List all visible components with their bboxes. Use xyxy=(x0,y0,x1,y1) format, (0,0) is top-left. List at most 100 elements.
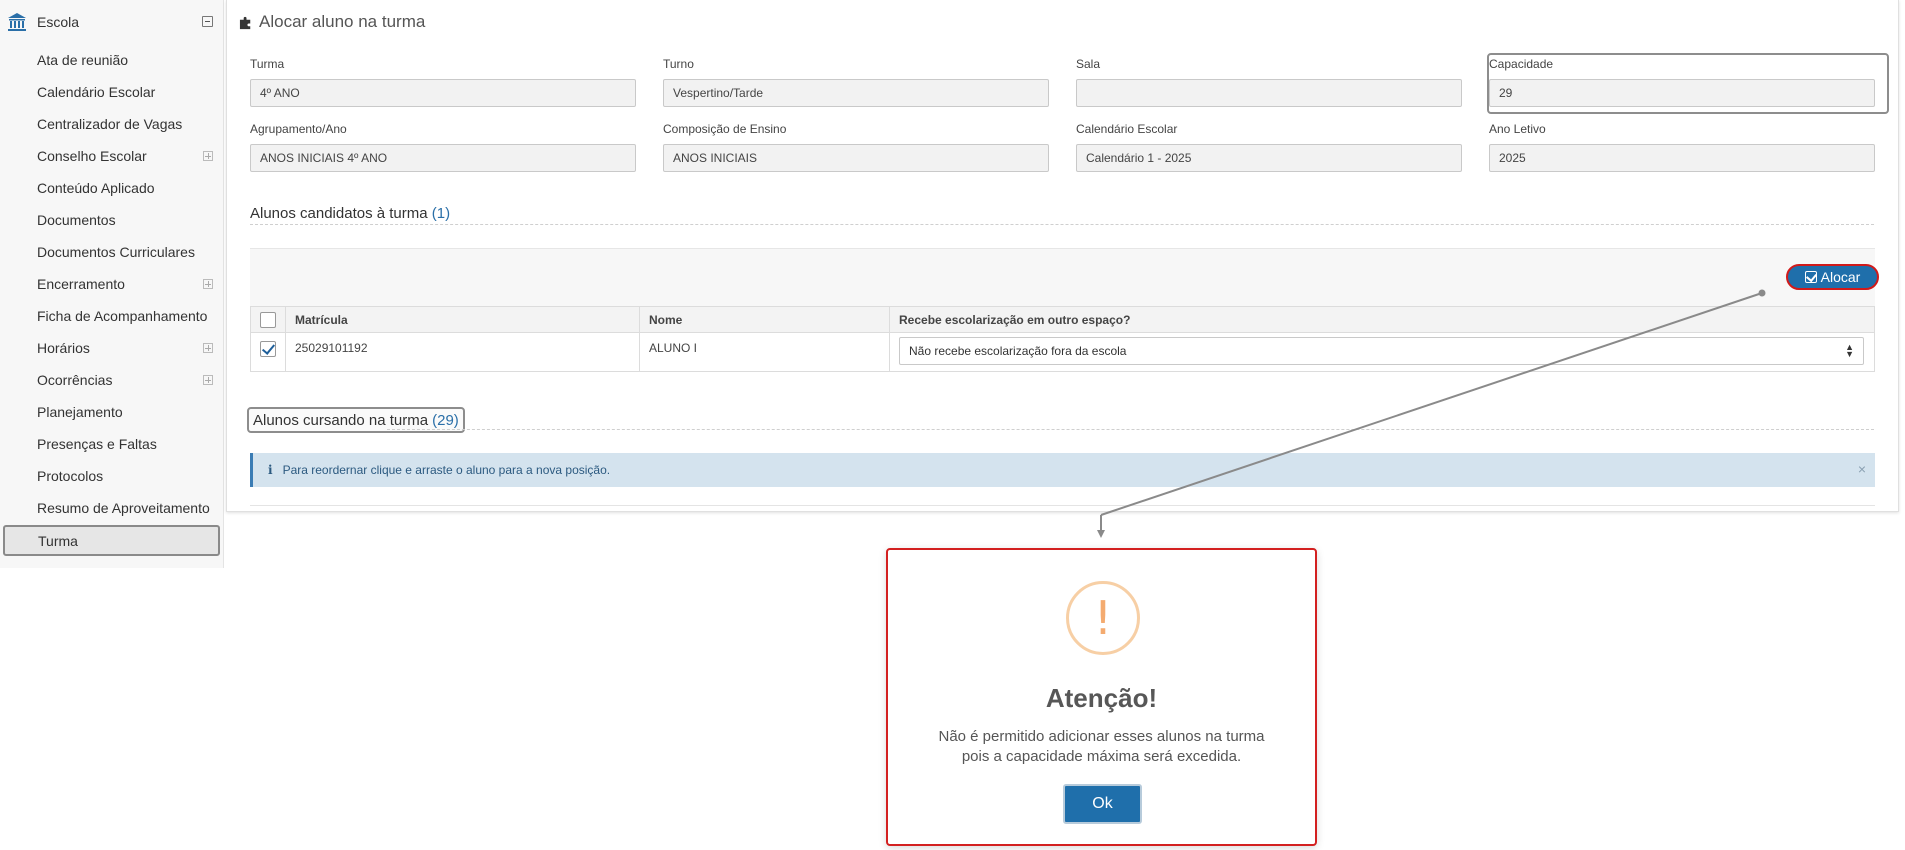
cursando-title-text: Alunos cursando na turma xyxy=(253,411,429,429)
candidatos-title-text: Alunos candidatos à turma xyxy=(250,205,428,222)
collapse-icon[interactable] xyxy=(202,16,213,27)
sidebar-item-label: Ocorrências xyxy=(37,372,113,388)
row-select-cell xyxy=(250,332,286,372)
sidebar-item-label: Horários xyxy=(37,340,90,356)
sidebar-item-label: Calendário Escolar xyxy=(37,84,156,100)
select-all-checkbox[interactable] xyxy=(260,311,276,328)
turno-label: Turno xyxy=(663,57,694,71)
escolarizacao-select[interactable]: Não recebe escolarização fora da escola … xyxy=(899,337,1864,365)
escolarizacao-value: Não recebe escolarização fora da escola xyxy=(909,344,1127,358)
turno-input[interactable]: Vespertino/Tarde xyxy=(663,79,1049,107)
turma-input[interactable]: 4º ANO xyxy=(250,79,636,107)
sala-input[interactable] xyxy=(1076,79,1462,107)
dialog-message-line: pois a capacidade máxima será excedida. xyxy=(961,748,1242,765)
check-square-icon xyxy=(1804,271,1817,283)
expand-icon[interactable] xyxy=(203,375,213,385)
select-all-header xyxy=(250,306,286,333)
ano-letivo-input[interactable]: 2025 xyxy=(1489,144,1875,172)
row-checkbox[interactable] xyxy=(260,341,276,357)
sidebar-item-9[interactable]: Horários xyxy=(0,332,223,364)
col-nome: Nome xyxy=(639,306,890,333)
dialog-title: Atenção! xyxy=(1045,683,1158,713)
sala-field: Sala xyxy=(1076,57,1462,107)
sidebar-item-label: Resumo de Aproveitamento xyxy=(37,500,210,516)
sidebar-item-label: Protocolos xyxy=(37,468,104,484)
section-divider xyxy=(250,224,1874,225)
page-title: Alocar aluno na turma xyxy=(239,12,425,32)
expand-icon[interactable] xyxy=(203,279,213,289)
agrupamento-label: Agrupamento/Ano xyxy=(250,122,347,136)
composicao-label: Composição de Ensino xyxy=(663,122,787,136)
sidebar-item-0[interactable]: Ata de reunião xyxy=(0,44,223,76)
sidebar-item-label: Conteúdo Aplicado xyxy=(37,180,155,196)
cell-escolarizacao: Não recebe escolarização fora da escola … xyxy=(889,332,1875,372)
sidebar-item-10[interactable]: Ocorrências xyxy=(0,364,223,396)
agrupamento-field: Agrupamento/Ano ANOS INICIAIS 4º ANO xyxy=(250,122,636,172)
candidatos-title: Alunos candidatos à turma (1) xyxy=(250,205,450,222)
cursando-count: (29) xyxy=(432,411,459,429)
info-text: Para reordernar clique e arraste o aluno… xyxy=(282,463,611,477)
alert-dialog: ! Atenção! Não é permitido adicionar ess… xyxy=(886,548,1317,846)
calendario-input[interactable]: Calendário 1 - 2025 xyxy=(1076,144,1462,172)
sidebar-item-label: Documentos Curriculares xyxy=(37,244,195,260)
candidatos-toolbar: Alocar xyxy=(250,248,1879,308)
main-panel: Alocar aluno na turma Turma 4º ANO Turno… xyxy=(226,0,1899,512)
sidebar-item-label: Presenças e Faltas xyxy=(37,436,157,452)
alocar-button-label: Alocar xyxy=(1820,269,1861,285)
section-divider xyxy=(387,429,1874,430)
page-title-text: Alocar aluno na turma xyxy=(259,12,426,31)
sidebar-item-8[interactable]: Ficha de Acompanhamento xyxy=(0,300,223,332)
sidebar-item-11[interactable]: Planejamento xyxy=(0,396,223,428)
capacidade-field: Capacidade 29 xyxy=(1489,57,1875,107)
col-matricula: Matrícula xyxy=(285,306,640,333)
puzzle-icon xyxy=(239,16,251,29)
sidebar-item-label: Turma xyxy=(38,532,78,549)
sidebar: Escola Ata de reunião Calendário Escolar C… xyxy=(0,0,224,568)
sidebar-item-5[interactable]: Documentos xyxy=(0,204,223,236)
sidebar-item-label: Ata de reunião xyxy=(37,52,129,68)
cell-nome: ALUNO I xyxy=(639,332,890,372)
sidebar-item-label: Encerramento xyxy=(37,276,125,292)
composicao-field: Composição de Ensino ANOS INICIAIS xyxy=(663,122,1049,172)
sala-label: Sala xyxy=(1076,57,1101,71)
sidebar-item-2[interactable]: Centralizador de Vagas xyxy=(0,108,223,140)
capacidade-label: Capacidade xyxy=(1489,57,1554,71)
sidebar-header[interactable]: Escola xyxy=(0,0,223,44)
sidebar-item-13[interactable]: Protocolos xyxy=(0,460,223,492)
candidatos-count: (1) xyxy=(431,205,451,222)
sidebar-item-14[interactable]: Resumo de Aproveitamento xyxy=(0,492,223,524)
dialog-message-line: Não é permitido adicionar esses alunos n… xyxy=(938,728,1265,745)
select-arrows-icon: ▲ ▼ xyxy=(1845,342,1854,359)
sidebar-item-3[interactable]: Conselho Escolar xyxy=(0,140,223,172)
alocar-button[interactable]: Alocar xyxy=(1786,264,1879,290)
composicao-input[interactable]: ANOS INICIAIS xyxy=(663,144,1049,172)
sidebar-item-label: Planejamento xyxy=(37,404,123,420)
table-row: 25029101192 ALUNO I Não recebe escolariz… xyxy=(250,332,1875,372)
sidebar-item-7[interactable]: Encerramento xyxy=(0,268,223,300)
sidebar-item-12[interactable]: Presenças e Faltas xyxy=(0,428,223,460)
turno-field: Turno Vespertino/Tarde xyxy=(663,57,1049,107)
ok-button[interactable]: Ok xyxy=(1063,784,1142,824)
sidebar-item-1[interactable]: Calendário Escolar xyxy=(0,76,223,108)
calendario-label: Calendário Escolar xyxy=(1076,122,1178,136)
agrupamento-input[interactable]: ANOS INICIAIS 4º ANO xyxy=(250,144,636,172)
divider xyxy=(250,505,1875,506)
col-escolarizacao: Recebe escolarização em outro espaço? xyxy=(889,306,1875,333)
close-icon[interactable]: × xyxy=(1858,461,1866,477)
sidebar-item-label: Documentos xyxy=(37,212,116,228)
reorder-info-alert: i Para reordernar clique e arraste o alu… xyxy=(250,453,1875,487)
sidebar-item-6[interactable]: Documentos Curriculares xyxy=(0,236,223,268)
school-building-icon xyxy=(8,13,26,31)
sidebar-item-15[interactable]: Turma xyxy=(3,525,220,556)
sidebar-title: Escola xyxy=(37,14,80,30)
expand-icon[interactable] xyxy=(203,151,213,161)
sidebar-item-label: Conselho Escolar xyxy=(37,148,147,164)
warning-icon: ! xyxy=(1066,581,1140,655)
dialog-message: Não é permitido adicionar esses alunos n… xyxy=(918,727,1285,767)
table-header-row: Matrícula Nome Recebe escolarização em o… xyxy=(250,306,1875,333)
expand-icon[interactable] xyxy=(203,343,213,353)
capacidade-input[interactable]: 29 xyxy=(1489,79,1875,107)
info-icon: i xyxy=(268,463,273,477)
sidebar-item-4[interactable]: Conteúdo Aplicado xyxy=(0,172,223,204)
turma-label: Turma xyxy=(250,57,285,71)
